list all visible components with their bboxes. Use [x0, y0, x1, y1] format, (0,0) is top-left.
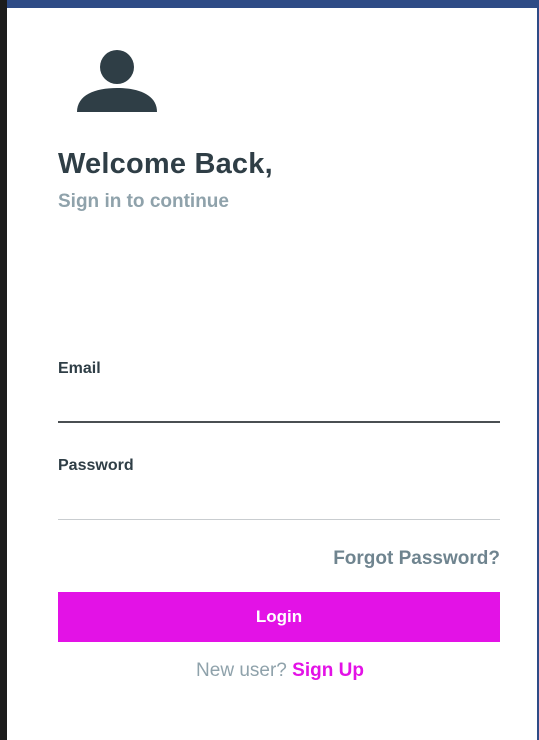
user-icon	[75, 50, 159, 112]
signup-link[interactable]: Sign Up	[292, 660, 364, 681]
forgot-password-link[interactable]: Forgot Password?	[333, 548, 500, 570]
password-label: Password	[58, 457, 134, 474]
page-title: Welcome Back,	[58, 148, 273, 180]
login-screen: Welcome Back, Sign in to continue Email …	[0, 0, 539, 740]
email-field[interactable]	[58, 393, 500, 423]
signup-prompt: New user?	[196, 660, 293, 681]
signup-row: New user? Sign Up	[0, 660, 539, 682]
window-left-edge	[0, 0, 7, 740]
page-subtitle: Sign in to continue	[58, 191, 229, 212]
login-button[interactable]: Login	[58, 592, 500, 642]
password-field[interactable]	[58, 490, 500, 520]
window-top-edge	[0, 0, 539, 8]
email-label: Email	[58, 360, 101, 377]
